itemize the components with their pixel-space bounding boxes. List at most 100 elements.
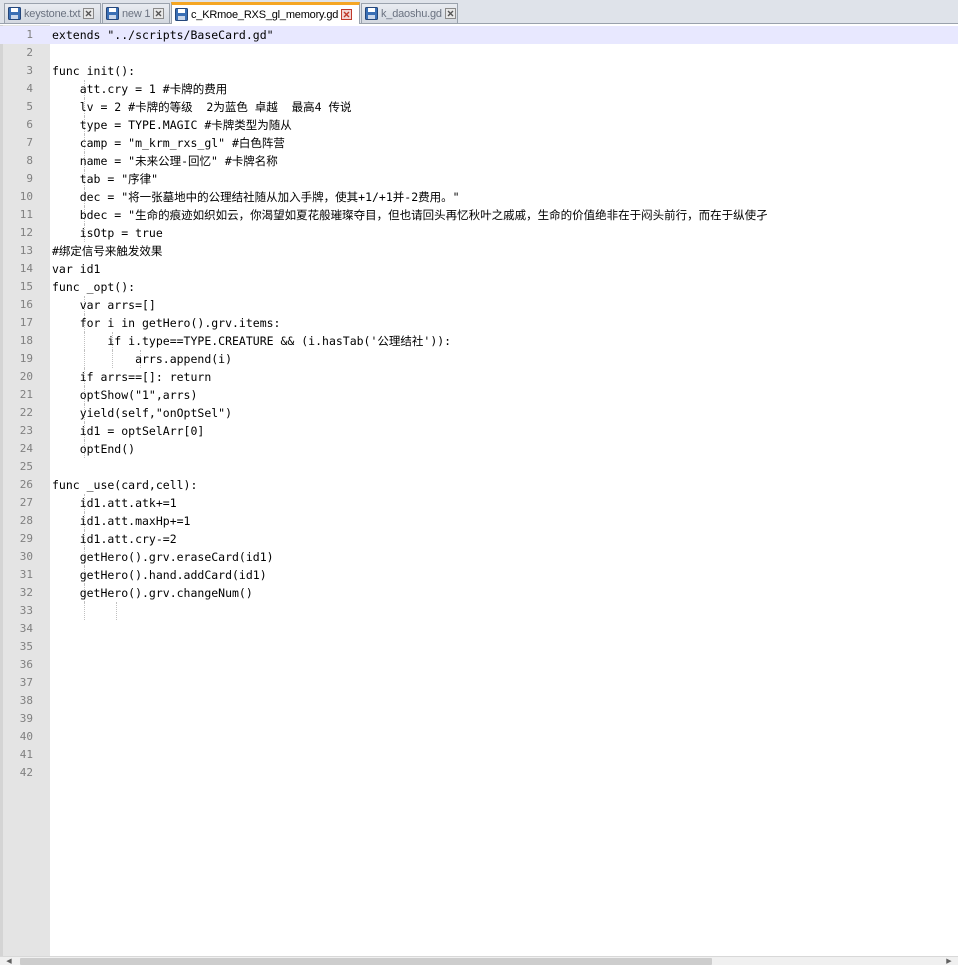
code-line[interactable]: 24 optEnd() [0,440,958,458]
code-line[interactable]: 26 func _use(card,cell): [0,476,958,494]
code-line[interactable]: 11 bdec = "生命的痕迹如织如云，你渴望如夏花般璀璨夺目，但也请回头再忆… [0,206,958,224]
tab-keystone-txt[interactable]: keystone.txt [4,3,101,23]
code-line[interactable]: 25 [0,458,958,476]
code-text: yield(self,"onOptSel") [52,406,233,420]
code-text: getHero().grv.changeNum() [52,586,253,600]
line-number: 27 [19,496,33,509]
code-line[interactable]: 29 id1.att.cry-=2 [0,530,958,548]
code-editor[interactable]: 1 extends "../scripts/BaseCard.gd" 2 3 func … [0,25,958,956]
line-number: 30 [19,550,33,563]
line-number: 29 [19,532,33,545]
tab-k-daoshu-gd[interactable]: k_daoshu.gd [361,3,458,23]
code-line[interactable]: 10 dec = "将一张墓地中的公理结社随从加入手牌，使其+1/+1并-2费用… [0,188,958,206]
code-text: if arrs==[]: return [52,370,212,384]
code-line[interactable]: 20 if arrs==[]: return [0,368,958,386]
code-line[interactable]: 32 getHero().grv.changeNum() [0,584,958,602]
indent-guide [116,602,117,620]
code-line[interactable]: 14 var id1 [0,260,958,278]
line-number: 16 [19,298,33,311]
code-text: id1.att.cry-=2 [52,532,177,546]
tab-c-krmoe-rxs-gl-memory-gd[interactable]: c_KRmoe_RXS_gl_memory.gd [171,2,360,24]
line-number: 40 [19,730,33,743]
line-number: 31 [19,568,33,581]
code-line[interactable]: 8 name = "未来公理-回忆" #卡牌名称 [0,152,958,170]
code-line[interactable]: 15 func _opt(): [0,278,958,296]
code-line[interactable]: 30 getHero().grv.eraseCard(id1) [0,548,958,566]
line-number: 6 [26,118,33,131]
code-line[interactable]: 38 [0,692,958,710]
code-line[interactable]: 22 yield(self,"onOptSel") [0,404,958,422]
code-text: func init(): [52,64,136,78]
code-line[interactable]: 42 [0,764,958,782]
code-line[interactable]: 1 extends "../scripts/BaseCard.gd" [0,26,958,44]
line-number: 28 [19,514,33,527]
line-number: 18 [19,334,33,347]
code-line[interactable]: 7 camp = "m_krm_rxs_gl" #白色阵营 [0,134,958,152]
code-line[interactable]: 2 [0,44,958,62]
line-number: 10 [19,190,33,203]
save-disk-icon [175,8,188,21]
code-line[interactable]: 5 lv = 2 #卡牌的等级 2为蓝色 卓越 最高4 传说 [0,98,958,116]
code-line[interactable]: 18 if i.type==TYPE.CREATURE && (i.hasTab… [0,332,958,350]
code-line[interactable]: 31 getHero().hand.addCard(id1) [0,566,958,584]
code-text: optEnd() [52,442,136,456]
code-line[interactable]: 4 att.cry = 1 #卡牌的费用 [0,80,958,98]
code-text: lv = 2 #卡牌的等级 2为蓝色 卓越 最高4 传说 [52,100,352,114]
code-text: var arrs=[] [52,298,156,312]
line-number: 25 [19,460,33,473]
code-line[interactable]: 33 [0,602,958,620]
code-text: extends "../scripts/BaseCard.gd" [52,28,274,42]
code-line[interactable]: 23 id1 = optSelArr[0] [0,422,958,440]
code-line[interactable]: 6 type = TYPE.MAGIC #卡牌类型为随从 [0,116,958,134]
horizontal-scrollbar[interactable]: ◀ ▶ [0,956,958,965]
scroll-left-arrow-icon[interactable]: ◀ [2,958,16,965]
close-icon[interactable] [153,8,165,19]
close-icon[interactable] [341,9,353,20]
code-line[interactable]: 19 arrs.append(i) [0,350,958,368]
code-line[interactable]: 13 #绑定信号来触发效果 [0,242,958,260]
code-line[interactable]: 27 id1.att.atk+=1 [0,494,958,512]
line-number: 35 [19,640,33,653]
code-text: getHero().hand.addCard(id1) [52,568,267,582]
line-number: 34 [19,622,33,635]
close-icon[interactable] [83,8,95,19]
save-disk-icon [8,7,21,20]
tab-label: c_KRmoe_RXS_gl_memory.gd [191,8,339,21]
close-icon[interactable] [444,8,456,19]
code-line[interactable]: 21 optShow("1",arrs) [0,386,958,404]
tab-new-1[interactable]: new 1 [102,3,170,23]
line-number: 14 [19,262,33,275]
code-line[interactable]: 16 var arrs=[] [0,296,958,314]
line-number: 23 [19,424,33,437]
line-number: 13 [19,244,33,257]
line-number: 24 [19,442,33,455]
line-number: 38 [19,694,33,707]
code-text: func _use(card,cell): [52,478,198,492]
line-number: 2 [26,46,33,59]
horizontal-scrollbar-thumb[interactable] [20,958,712,965]
code-line[interactable]: 36 [0,656,958,674]
code-text: id1.att.atk+=1 [52,496,177,510]
code-line[interactable]: 28 id1.att.maxHp+=1 [0,512,958,530]
code-text: for i in getHero().grv.items: [52,316,281,330]
line-number: 37 [19,676,33,689]
line-number: 39 [19,712,33,725]
code-line[interactable]: 9 tab = "序律" [0,170,958,188]
line-number: 19 [19,352,33,365]
code-text: func _opt(): [52,280,136,294]
tab-bar: keystone.txt new 1 c_KRmoe_RXS_gl_memory… [0,0,958,24]
code-line[interactable]: 34 [0,620,958,638]
code-line[interactable]: 37 [0,674,958,692]
code-line[interactable]: 41 [0,746,958,764]
code-line[interactable]: 17 for i in getHero().grv.items: [0,314,958,332]
code-line[interactable]: 35 [0,638,958,656]
code-line[interactable]: 39 [0,710,958,728]
line-number: 8 [26,154,33,167]
code-text: id1.att.maxHp+=1 [52,514,191,528]
scroll-right-arrow-icon[interactable]: ▶ [942,958,956,965]
code-line[interactable]: 40 [0,728,958,746]
code-line[interactable]: 12 isOtp = true [0,224,958,242]
code-line[interactable]: 3 func init(): [0,62,958,80]
line-number: 32 [19,586,33,599]
line-number: 21 [19,388,33,401]
